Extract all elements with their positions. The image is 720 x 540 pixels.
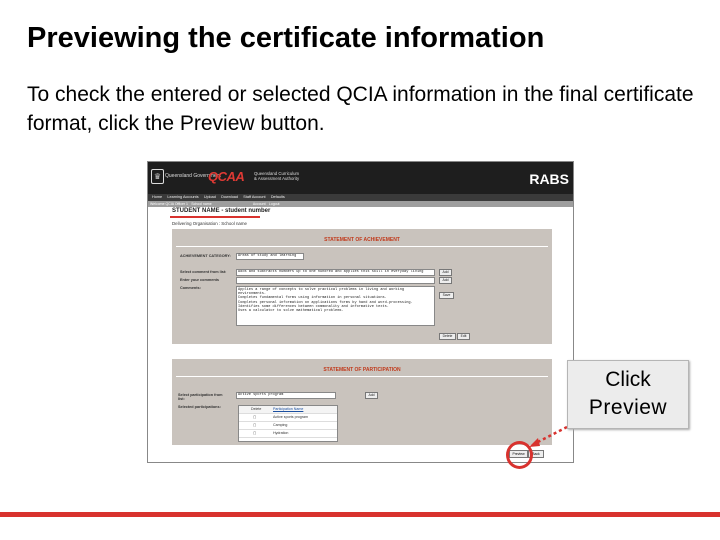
callout-line-1: Click: [605, 368, 651, 391]
callout-leader-line: [529, 425, 568, 447]
bottom-rule: [0, 512, 720, 517]
callout-line-2: Preview: [588, 396, 668, 419]
click-preview-callout: Click Preview: [567, 360, 689, 429]
